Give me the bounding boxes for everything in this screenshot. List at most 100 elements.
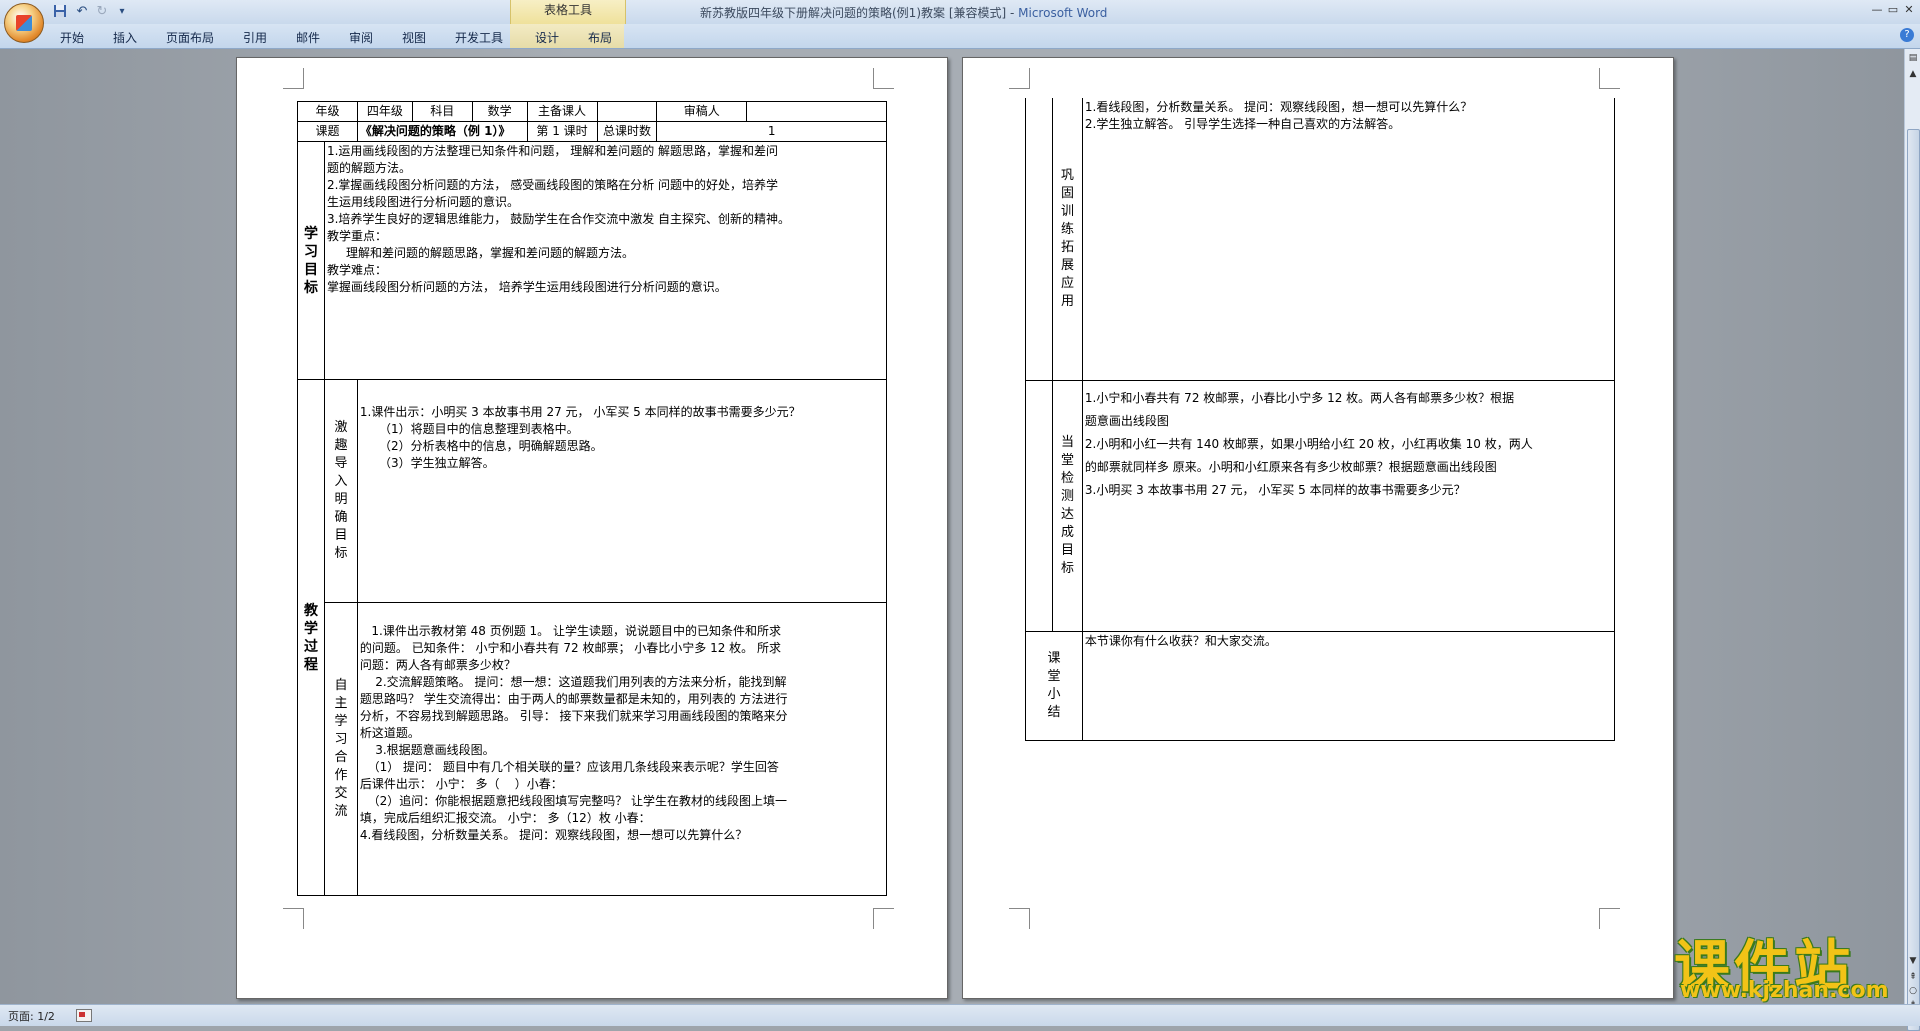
summary-cell[interactable]: 本节课你有什么收获？和大家交流。 <box>1081 631 1616 741</box>
office-button[interactable] <box>4 3 44 43</box>
stage2-line: 题思路吗？ 学生交流得出：由于两人的邮票数量都是未知的，用列表的 方法进行 <box>359 692 788 706</box>
undo-icon[interactable]: ↶ <box>74 4 90 20</box>
tab-mailings[interactable]: 邮件 <box>296 29 320 46</box>
redo-icon[interactable]: ↻ <box>94 4 110 20</box>
tab-review[interactable]: 审阅 <box>349 29 373 46</box>
scroll-up-icon[interactable]: ▲ <box>1906 67 1920 81</box>
subject-value[interactable]: 数学 <box>471 101 528 122</box>
ribbon-tab-bar <box>0 24 1920 49</box>
table-row: 教学过程 激趣导入 明确目标 1.课件出示：小明买 3 本故事书用 27 元， … <box>297 379 888 896</box>
stage2-line: 2.交流解题策略。 提问：想一想：这道题我们用列表的方法来分析，能找到解 <box>359 675 787 689</box>
stage3-label: 巩固训练 拓展应用 <box>1051 98 1083 381</box>
browse-object-icon[interactable]: ○ <box>1906 984 1920 998</box>
goal-line: 2.掌握画线段图分析问题的方法， 感受画线段图的策略在分析 问题中的好处，培养学 <box>326 178 779 192</box>
grade-label[interactable]: 年级 <box>297 101 358 122</box>
crop-mark <box>1599 908 1620 929</box>
table-tools-context-group: 表格工具 <box>510 0 626 24</box>
table-row: 当堂检测 达成目标 1.小宁和小春共有 72 枚邮票，小春比小宁多 12 枚。两… <box>1025 380 1616 632</box>
summary-line: 本节课你有什么收获？和大家交流。 <box>1084 634 1277 648</box>
reviewer-value[interactable] <box>746 101 887 122</box>
document-title: 新苏教版四年级下册解决问题的策略(例1)教案 [兼容模式] - <box>700 6 1019 20</box>
table-row: 巩固训练 拓展应用 1.看线段图，分析数量关系。 提问：观察线段图，想一想可以先… <box>1025 98 1616 381</box>
stage2-line: 问题：两人各有邮票多少枚？ <box>359 658 516 672</box>
tab-references[interactable]: 引用 <box>243 29 267 46</box>
stage2-line: 分析，不容易找到解题思路。 引导： 接下来我们就来学习用画线段图的策略来分 <box>359 709 788 723</box>
subject-label[interactable]: 科目 <box>411 101 473 122</box>
goals-cell[interactable]: 1.运用画线段图的方法整理已知条件和问题， 理解和差问题的 解题思路，掌握和差问… <box>323 141 888 380</box>
goal-line: 1.运用画线段图的方法整理已知条件和问题， 理解和差问题的 解题思路，掌握和差问 <box>326 144 779 158</box>
empty-left-cell <box>1025 380 1053 632</box>
stage1-label: 激趣导入 明确目标 <box>323 379 358 603</box>
window-title: 新苏教版四年级下册解决问题的策略(例1)教案 [兼容模式] - Microsof… <box>700 4 1107 21</box>
stage2-cell[interactable]: 1.课件出示教材第 48 页例题 1。 让学生读题，说说题目中的已知条件和所求 … <box>356 602 888 896</box>
summary-label: 课堂小结 <box>1025 631 1083 741</box>
stage2-line: 的问题。 已知条件： 小宁和小春共有 72 枚邮票； 小春比小宁多 12 枚。 … <box>359 641 781 655</box>
status-bar: 页面: 1/2 <box>0 1004 1920 1026</box>
stage4-label-text: 当堂检测 达成目标 <box>1060 435 1074 576</box>
summary-label-text: 课堂小结 <box>1047 651 1061 720</box>
previous-page-icon[interactable]: ⇞ <box>1906 970 1920 984</box>
stage4-line: 3.小明买 3 本故事书用 27 元， 小军买 5 本同样的故事书需要多少元？ <box>1084 483 1466 497</box>
topic-title[interactable]: 《解决问题的策略（例 1）》 <box>356 121 528 142</box>
page-2: 巩固训练 拓展应用 1.看线段图，分析数量关系。 提问：观察线段图，想一想可以先… <box>962 57 1674 999</box>
context-group-label: 表格工具 <box>543 3 592 17</box>
stage1-cell[interactable]: 1.课件出示：小明买 3 本故事书用 27 元， 小军买 5 本同样的故事书需要… <box>356 379 888 603</box>
lead-teacher-value[interactable] <box>596 101 658 122</box>
reviewer-label[interactable]: 审稿人 <box>656 101 748 122</box>
topic-label[interactable]: 课题 <box>297 121 358 142</box>
save-icon[interactable] <box>52 4 68 20</box>
scrollbar-thumb[interactable] <box>1907 129 1920 1031</box>
empty-left-cell <box>1025 98 1053 381</box>
stage4-cell[interactable]: 1.小宁和小春共有 72 枚邮票，小春比小宁多 12 枚。两人各有邮票多少枚？根… <box>1081 380 1616 632</box>
page-indicator[interactable]: 页面: 1/2 <box>8 1008 55 1024</box>
tab-insert[interactable]: 插入 <box>113 29 137 46</box>
table-row: 年级 四年级 科目 数学 主备课人 审稿人 <box>297 101 887 122</box>
goals-label: 学习目标 <box>297 141 325 380</box>
stage3-label-text: 巩固训练 拓展应用 <box>1060 168 1074 309</box>
stage3-cell[interactable]: 1.看线段图，分析数量关系。 提问：观察线段图，想一想可以先算什么？ 2.学生独… <box>1081 98 1616 381</box>
vertical-scrollbar[interactable]: ▤ ▲ ▼ ⇞ ○ ⇟ <box>1904 49 1920 1031</box>
goal-line: 教学难点： <box>326 263 387 277</box>
table-row: 自主学习 合作交流 1.课件出示教材第 48 页例题 1。 让学生读题，说说题目… <box>298 602 888 896</box>
stage4-line: 2.小明和小红一共有 140 枚邮票，如果小明给小红 20 枚，小红再收集 10… <box>1084 437 1533 451</box>
macro-record-icon[interactable] <box>76 1009 92 1022</box>
tab-layout[interactable]: 布局 <box>588 29 612 46</box>
tab-design[interactable]: 设计 <box>535 29 559 46</box>
stage2-line: 4.看线段图，分析数量关系。 提问：观察线段图，想一想可以先算什么？ <box>359 828 748 842</box>
stage2-line: 析这道题。 <box>359 726 420 740</box>
tab-view[interactable]: 视图 <box>402 29 426 46</box>
table-row: 课堂小结 本节课你有什么收获？和大家交流。 <box>1025 631 1616 741</box>
document-workspace: 年级 四年级 科目 数学 主备课人 审稿人 课题 《解决问题的策略（例 1）》 … <box>0 49 1904 1004</box>
grade-value[interactable]: 四年级 <box>356 101 413 122</box>
stage2-label-text: 自主学习 合作交流 <box>334 678 348 819</box>
app-name: Microsoft Word <box>1018 6 1108 20</box>
lead-teacher-label[interactable]: 主备课人 <box>526 101 598 122</box>
stage3-line: 2.学生独立解答。 引导学生选择一种自己喜欢的方法解答。 <box>1084 117 1401 131</box>
page-1: 年级 四年级 科目 数学 主备课人 审稿人 课题 《解决问题的策略（例 1）》 … <box>236 57 948 999</box>
stage2-line: 1.课件出示教材第 48 页例题 1。 让学生读题，说说题目中的已知条件和所求 <box>359 624 781 638</box>
stage2-line: （2）追问：你能根据题意把线段图填写完整吗？ 让学生在教材的线段图上填一 <box>359 794 788 808</box>
stage4-line: 题意画出线段图 <box>1084 414 1169 428</box>
close-button[interactable]: ✕ <box>1898 2 1920 18</box>
tab-page-layout[interactable]: 页面布局 <box>166 29 214 46</box>
tab-developer[interactable]: 开发工具 <box>455 29 503 46</box>
lesson-number[interactable]: 第 1 课时 <box>526 121 598 142</box>
stage2-line: 3.根据题意画线段图。 <box>359 743 495 757</box>
crop-mark <box>1599 68 1620 89</box>
crop-mark <box>873 908 894 929</box>
stage4-line: 的邮票就同样多 原来。小明和小红原来各有多少枚邮票？根据题意画出线段图 <box>1084 460 1497 474</box>
scroll-down-icon[interactable]: ▼ <box>1906 954 1920 968</box>
goal-line: 掌握画线段图分析问题的方法， 培养学生运用线段图进行分析问题的意识。 <box>326 280 727 294</box>
tab-home[interactable]: 开始 <box>60 29 84 46</box>
crop-mark <box>873 68 894 89</box>
total-lessons-label[interactable]: 总课时数 <box>596 121 658 142</box>
stage2-line: 后课件出示： 小宁： 多（ ）小春： <box>359 777 563 791</box>
customize-qat-icon[interactable]: ▾ <box>114 4 130 20</box>
ruler-toggle-icon[interactable]: ▤ <box>1906 51 1920 65</box>
goal-line: 3.培养学生良好的逻辑思维能力， 鼓励学生在合作交流中激发 自主探究、创新的精神… <box>326 212 791 226</box>
stage2-line: （1） 提问： 题目中有几个相关联的量？应该用几条线段来表示呢？学生回答 <box>359 760 779 774</box>
total-lessons-value[interactable]: 1 <box>656 121 887 142</box>
stage1-line: 1.课件出示：小明买 3 本故事书用 27 元， 小军买 5 本同样的故事书需要… <box>359 405 801 419</box>
crop-mark <box>283 908 304 929</box>
help-icon[interactable]: ? <box>1900 28 1914 42</box>
